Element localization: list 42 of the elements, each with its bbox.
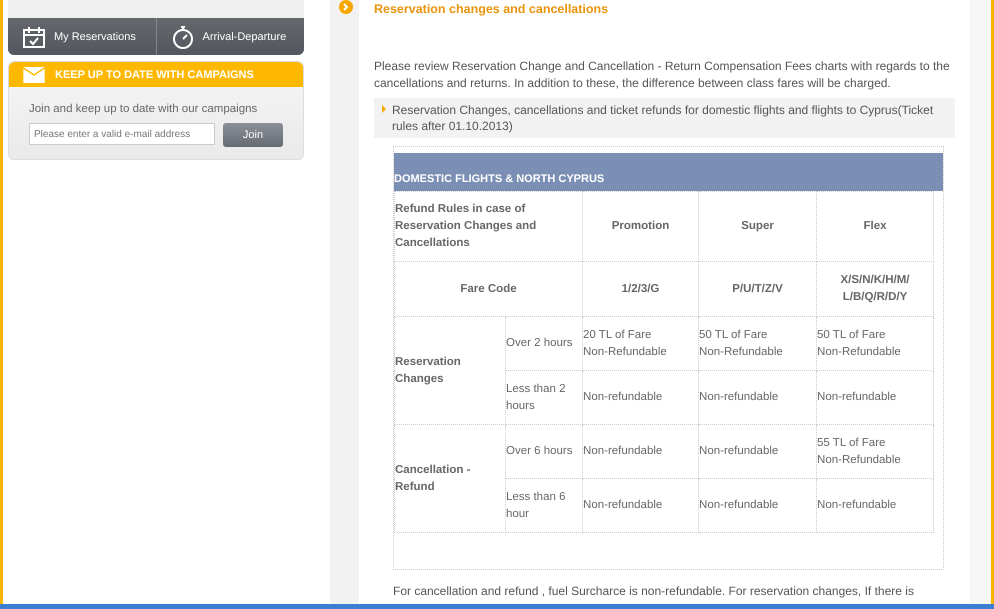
email-field[interactable]: Please enter a valid e-mail address [29,123,215,145]
table-cell: Non-refundable [582,424,699,478]
table-header-cell: Flex [816,192,934,262]
table-title: DOMESTIC FLIGHTS & NORTH CYPRUS [394,153,943,191]
campaign-title: KEEP UP TO DATE WITH CAMPAIGNS [55,68,254,80]
table-cell: 50 TL of Fare Non-Refundable [816,316,934,370]
table-cell: Non-refundable [698,370,817,424]
campaign-text: Join and keep up to date with our campaigns [28,102,258,117]
table-cell: Non-refundable [582,478,699,532]
quick-link[interactable]: My Reservations [8,18,156,55]
section-title: Reservation changes and cancellations [374,2,610,16]
table-cell: Non-refundable [698,424,817,478]
table-cell: X/S/N/K/H/M/ L/B/Q/R/D/Y [816,262,934,316]
table-cell: 20 TL of Fare Non-Refundable [582,316,699,370]
envelope-icon [23,66,45,82]
table-cell: Over 6 hours [506,424,583,478]
table-header-cell: Refund Rules in case of Reservation Changes and Cancellations [394,192,583,262]
table-cell: 55 TL of Fare Non-Refundable [816,424,934,478]
rule-note-text: Reservation Changes, cancellations and ticket refunds for domestic flights and flights to Cyprus(Ticket rules after 01.10.2013) [392,102,934,134]
calendar-check-icon [22,24,46,48]
chevron-icon [339,0,353,14]
table-cell: Non-refundable [816,478,934,532]
stopwatch-icon [170,24,194,48]
table-row-header: Cancellation - Refund [394,424,506,532]
join-button[interactable]: Join [223,123,283,147]
table-cell: Non-refundable [582,370,699,424]
table-cell: Over 2 hours [506,316,583,370]
table-cell: P/U/T/Z/V [698,262,817,316]
table-cell: Fare Code [394,262,583,316]
footer-paragraph: For cancellation and refund , fuel Surcharce is non-refundable. For reservation changes, If there is [393,584,915,598]
table-row-header: Reservation Changes [394,316,506,424]
table-cell: Non-refundable [698,478,817,532]
intro-paragraph: Please review Reservation Change and Cancellation - Return Compensation Fees charts with regards to the cancellations and returns. In addition to these, the difference between class fares will be charged. [374,58,951,92]
quick-link[interactable]: Arrival-Departure [156,18,304,55]
table-cell: Less than 6 hour [506,478,583,532]
table-cell: Non-refundable [816,370,934,424]
table-cell: Less than 2 hours [506,370,583,424]
table-header-cell: Super [698,192,817,262]
table-cell: 50 TL of Fare Non-Refundable [698,316,817,370]
triangle-icon [382,105,386,113]
table-cell: 1/2/3/G [582,262,699,316]
table-header-cell: Promotion [582,192,699,262]
